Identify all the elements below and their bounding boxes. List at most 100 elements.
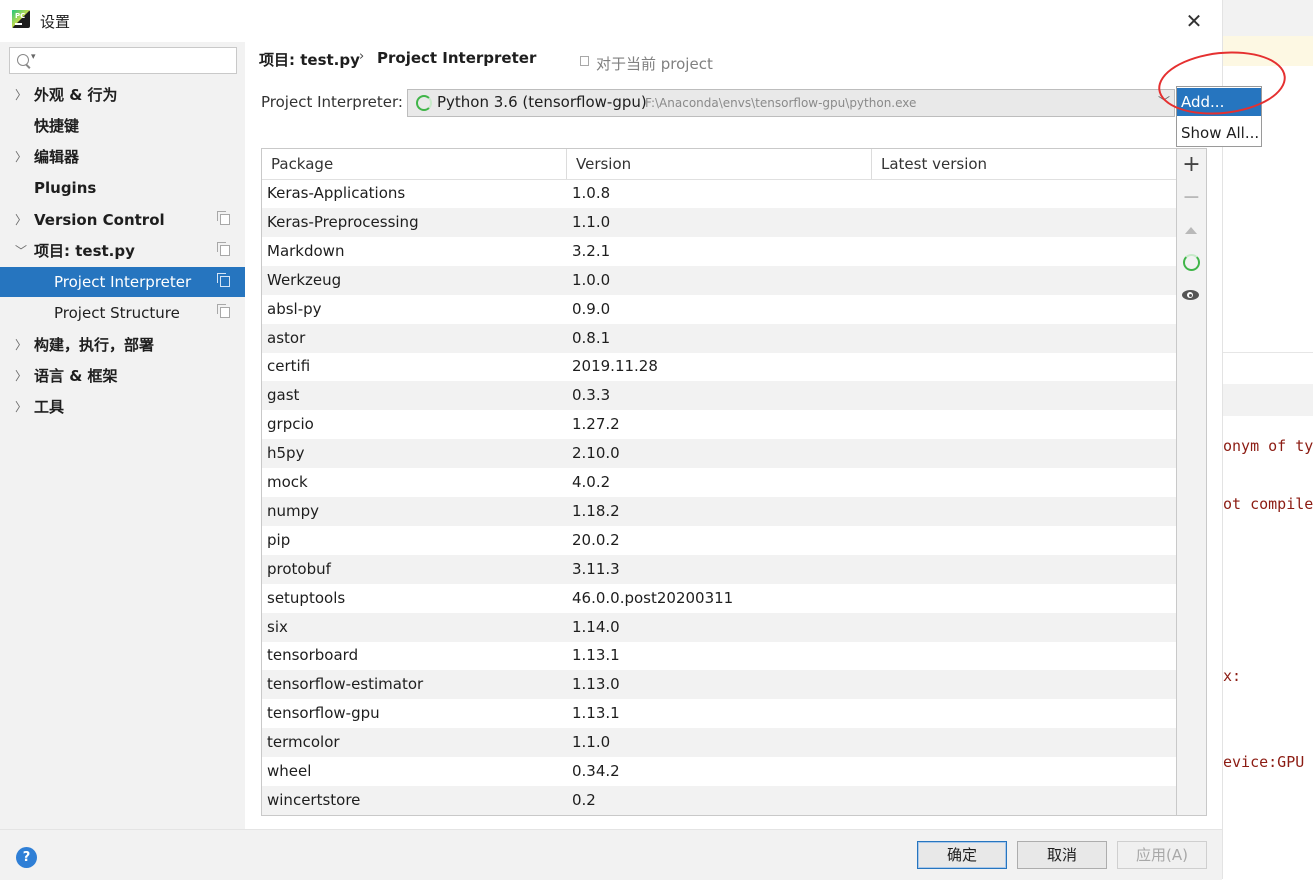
table-row[interactable]: certifi 2019.11.28	[262, 352, 1176, 381]
interpreter-path: F:\Anaconda\envs\tensorflow-gpu\python.e…	[645, 96, 917, 110]
table-row[interactable]: Keras-Applications 1.0.8	[262, 179, 1176, 208]
package-version-cell: 1.13.1	[572, 704, 620, 723]
project-scope-icon	[217, 242, 230, 256]
cancel-button[interactable]: 取消	[1017, 841, 1107, 869]
package-table: Package Version Latest version Keras-App…	[261, 148, 1177, 816]
table-row[interactable]: wincertstore 0.2	[262, 785, 1176, 815]
package-name-cell: tensorflow-estimator	[267, 675, 424, 694]
show-early-releases-eye-icon[interactable]	[1177, 280, 1206, 310]
package-version-cell: 1.1.0	[572, 212, 611, 231]
package-version-cell: 1.13.0	[572, 675, 620, 694]
page-title: Project Interpreter	[377, 49, 537, 67]
sidebar-item-project[interactable]: ﹀ 项目: test.py	[0, 236, 245, 266]
table-row[interactable]: gast 0.3.3	[262, 381, 1176, 411]
package-name-cell: tensorflow-gpu	[267, 704, 380, 723]
table-row[interactable]: Markdown 3.2.1	[262, 237, 1176, 266]
package-name-cell: certifi	[267, 357, 311, 376]
table-row[interactable]: Werkzeug 1.0.0	[262, 265, 1176, 295]
loading-refresh-icon[interactable]	[1177, 247, 1206, 277]
table-row[interactable]: setuptools 46.0.0.post20200311	[262, 584, 1176, 613]
sidebar-item-build[interactable]: 〉 构建，执行，部署	[0, 330, 245, 360]
bg-code-line: evice:GPU	[1223, 753, 1305, 771]
project-scope-icon	[217, 273, 230, 287]
package-name-cell: tensorboard	[267, 646, 359, 665]
package-version-cell: 1.27.2	[572, 415, 620, 434]
sidebar-item-project-interpreter[interactable]: Project Interpreter	[0, 267, 245, 297]
settings-sidebar: ▾ 〉 外观 & 行为 快捷键 〉 编辑器 Plugins 〉 Version …	[0, 42, 245, 829]
sidebar-item-label: 语言 & 框架	[34, 367, 118, 385]
settings-search-input[interactable]: ▾	[9, 47, 237, 74]
package-name-cell: Keras-Preprocessing	[267, 212, 419, 231]
sidebar-item-label: Project Interpreter	[54, 273, 192, 291]
upgrade-package-triangle-icon[interactable]	[1177, 215, 1206, 245]
package-version-cell: 0.3.3	[572, 386, 611, 405]
package-version-cell: 1.0.0	[572, 270, 611, 289]
package-version-cell: 0.9.0	[572, 299, 611, 318]
sidebar-item-plugins[interactable]: Plugins	[0, 173, 245, 203]
add-package-plus-icon[interactable]: +	[1177, 150, 1206, 180]
close-icon[interactable]: ✕	[1181, 8, 1207, 34]
package-version-cell: 46.0.0.post20200311	[572, 588, 734, 607]
table-row[interactable]: absl-py 0.9.0	[262, 295, 1176, 324]
chevron-right-icon: 〉	[15, 338, 28, 352]
table-row[interactable]: astor 0.8.1	[262, 323, 1176, 353]
interpreter-label: Project Interpreter:	[261, 93, 403, 111]
table-row[interactable]: tensorflow-estimator 1.13.0	[262, 670, 1176, 700]
package-name-cell: six	[267, 617, 288, 636]
interpreter-name: Python 3.6 (tensorflow-gpu)	[437, 93, 647, 111]
table-row[interactable]: protobuf 3.11.3	[262, 554, 1176, 584]
column-header-package[interactable]: Package	[262, 149, 567, 179]
ok-button[interactable]: 确定	[917, 841, 1007, 869]
table-row[interactable]: tensorboard 1.13.1	[262, 641, 1176, 670]
table-row[interactable]: six 1.14.0	[262, 612, 1176, 642]
project-scope-icon	[217, 211, 230, 225]
menu-item-show-all[interactable]: Show All...	[1177, 119, 1261, 147]
table-row[interactable]: Keras-Preprocessing 1.1.0	[262, 207, 1176, 237]
table-row[interactable]: numpy 1.18.2	[262, 496, 1176, 526]
sidebar-item-label: Plugins	[34, 179, 97, 197]
sidebar-item-tools[interactable]: 〉 工具	[0, 392, 245, 422]
package-toolbar: + −	[1177, 148, 1207, 816]
package-version-cell: 2.10.0	[572, 444, 620, 463]
apply-button[interactable]: 应用(A)	[1117, 841, 1207, 869]
settings-dialog: PC 设置 ✕ ▾ 〉 外观 & 行为 快捷键 〉 编辑器 Plugins 〉 …	[0, 0, 1289, 880]
table-row[interactable]: grpcio 1.27.2	[262, 410, 1176, 439]
table-row[interactable]: mock 4.0.2	[262, 468, 1176, 497]
help-question-icon[interactable]: ?	[16, 847, 37, 868]
table-row[interactable]: wheel 0.34.2	[262, 757, 1176, 786]
column-header-version[interactable]: Version	[567, 149, 872, 179]
package-version-cell: 0.2	[572, 790, 596, 809]
interpreter-select[interactable]: Python 3.6 (tensorflow-gpu) F:\Anaconda\…	[407, 89, 1175, 117]
sidebar-item-keymap[interactable]: 快捷键	[0, 111, 245, 141]
package-name-cell: mock	[267, 473, 308, 491]
package-name-cell: setuptools	[267, 588, 346, 607]
package-version-cell: 1.1.0	[572, 733, 611, 752]
search-options-chevron-icon[interactable]: ▾	[31, 52, 36, 62]
sidebar-item-languages[interactable]: 〉 语言 & 框架	[0, 361, 245, 391]
sidebar-item-label: 快捷键	[34, 117, 80, 135]
package-name-cell: wheel	[267, 762, 312, 780]
chevron-right-icon: 〉	[15, 213, 28, 227]
sidebar-item-editor[interactable]: 〉 编辑器	[0, 142, 245, 172]
sidebar-item-label: 项目: test.py	[34, 242, 135, 260]
title-bar: PC 设置 ✕	[0, 0, 1222, 42]
package-version-cell: 1.18.2	[572, 501, 620, 520]
column-header-latest-version[interactable]: Latest version	[872, 149, 1176, 179]
sidebar-item-label: 构建，执行，部署	[34, 336, 155, 354]
table-row[interactable]: pip 20.0.2	[262, 526, 1176, 555]
package-name-cell: numpy	[267, 501, 320, 520]
table-row[interactable]: h5py 2.10.0	[262, 439, 1176, 469]
chevron-right-icon: 〉	[15, 150, 28, 164]
remove-package-minus-icon[interactable]: −	[1177, 183, 1206, 213]
sidebar-item-label: 工具	[34, 398, 65, 416]
sidebar-item-label: 外观 & 行为	[34, 86, 118, 104]
sidebar-item-label: Version Control	[34, 211, 165, 229]
package-version-cell: 0.8.1	[572, 328, 611, 347]
sidebar-item-version-control[interactable]: 〉 Version Control	[0, 205, 245, 235]
sidebar-item-project-structure[interactable]: Project Structure	[0, 298, 245, 328]
pycharm-logo-icon: PC	[12, 10, 30, 28]
table-row[interactable]: tensorflow-gpu 1.13.1	[262, 699, 1176, 728]
project-scope-icon	[217, 304, 230, 318]
table-row[interactable]: termcolor 1.1.0	[262, 728, 1176, 758]
sidebar-item-appearance[interactable]: 〉 外观 & 行为	[0, 80, 245, 110]
